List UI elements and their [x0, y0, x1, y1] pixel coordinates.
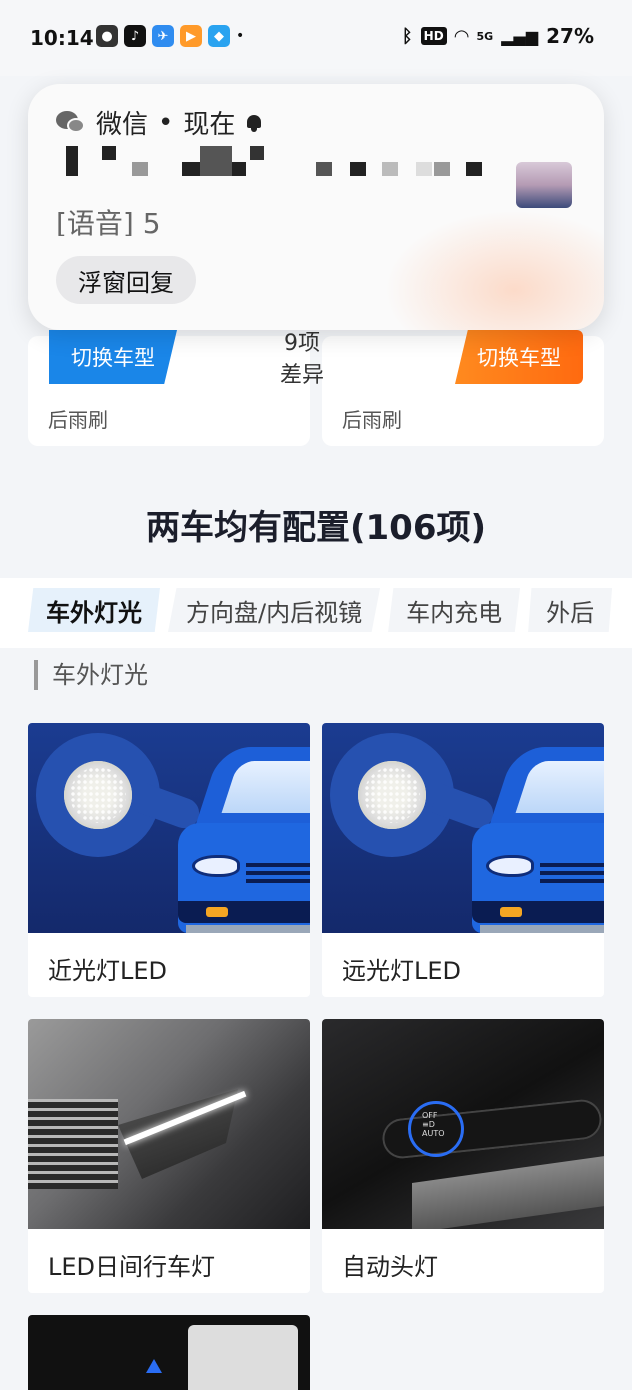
feature-card-high-beam[interactable]: 远光灯LED: [322, 723, 604, 997]
status-bar: 10:14 ● ♪ ✈ ▶ ◆ • ᛒ HD ◠ 5G ▂▄▆ 27%: [0, 0, 632, 76]
low-beam-illustration: [28, 723, 310, 933]
notification-glow: [384, 210, 604, 330]
diff-count[interactable]: 9项 差异: [262, 328, 342, 392]
wechat-icon: [56, 110, 86, 135]
battery-level: 27%: [546, 24, 594, 48]
tab-exterior-mirror[interactable]: 外后: [528, 588, 613, 632]
notification-time: 现在: [183, 110, 236, 140]
category-tabs: 车外灯光 方向盘/内后视镜 车内充电 外后: [0, 578, 632, 648]
switch-right-car-button[interactable]: 切换车型: [455, 330, 583, 384]
tab-steering-mirror[interactable]: 方向盘/内后视镜: [168, 588, 381, 632]
notification-app-name: 微信: [96, 110, 149, 140]
app-icon-3: ▶: [180, 25, 202, 47]
more-dot-icon: •: [236, 28, 245, 44]
high-beam-illustration: [322, 723, 604, 933]
feature-card-partial[interactable]: [28, 1315, 310, 1390]
left-cut-text: 后雨刷: [48, 408, 108, 432]
bell-icon: [245, 113, 263, 133]
drl-photo: [28, 1019, 310, 1229]
tiktok-icon: ♪: [124, 25, 146, 47]
diff-count-number: 9项: [284, 331, 320, 356]
wechat-notification[interactable]: 微信 • 现在 [语音] 5 浮窗回复: [28, 84, 604, 330]
feature-label: 自动头灯: [342, 1253, 438, 1281]
notification-message: [语音] 5: [56, 207, 161, 236]
tab-in-car-charging[interactable]: 车内充电: [388, 588, 521, 632]
bluetooth-icon: ᛒ: [401, 25, 413, 47]
feature-card-drl[interactable]: LED日间行车灯: [28, 1019, 310, 1293]
feature-label: 近光灯LED: [48, 957, 168, 985]
notification-header: 微信 • 现在: [56, 104, 263, 141]
feature-label: 远光灯LED: [342, 957, 462, 985]
section-title: 两车均有配置(106项): [145, 508, 487, 548]
status-right: ᛒ HD ◠ 5G ▂▄▆ 27%: [402, 24, 594, 48]
signal-icon: ▂▄▆: [501, 26, 539, 46]
status-app-icons: ● ♪ ✈ ▶ ◆ •: [96, 25, 244, 47]
partial-feature-photo: [28, 1315, 310, 1390]
feature-card-low-beam[interactable]: 近光灯LED: [28, 723, 310, 997]
right-cut-text: 后雨刷: [342, 408, 402, 432]
feature-card-auto-headlight[interactable]: OFF ≡D AUTO 自动头灯: [322, 1019, 604, 1293]
diff-count-label: 差异: [279, 363, 324, 388]
app-icon-4: ◆: [208, 25, 230, 47]
pixelated-sender-name: [66, 144, 526, 184]
wifi-icon: ◠: [454, 25, 469, 47]
status-time: 10:14: [30, 26, 94, 50]
wechat-icon: ●: [96, 25, 118, 47]
app-icon-2: ✈: [152, 25, 174, 47]
arrow-up-icon: [146, 1359, 162, 1373]
dial-image: [188, 1325, 298, 1390]
auto-headlight-photo: OFF ≡D AUTO: [322, 1019, 604, 1229]
feature-label: LED日间行车灯: [48, 1253, 216, 1281]
switch-left-car-button[interactable]: 切换车型: [49, 330, 177, 384]
notification-separator: •: [158, 107, 174, 138]
hd-badge: HD: [420, 27, 447, 45]
network-label: 5G: [476, 29, 494, 43]
float-reply-button[interactable]: 浮窗回复: [56, 256, 196, 304]
sender-avatar: [516, 162, 572, 208]
tab-exterior-lights[interactable]: 车外灯光: [28, 588, 160, 632]
category-label: 车外灯光: [34, 660, 148, 690]
